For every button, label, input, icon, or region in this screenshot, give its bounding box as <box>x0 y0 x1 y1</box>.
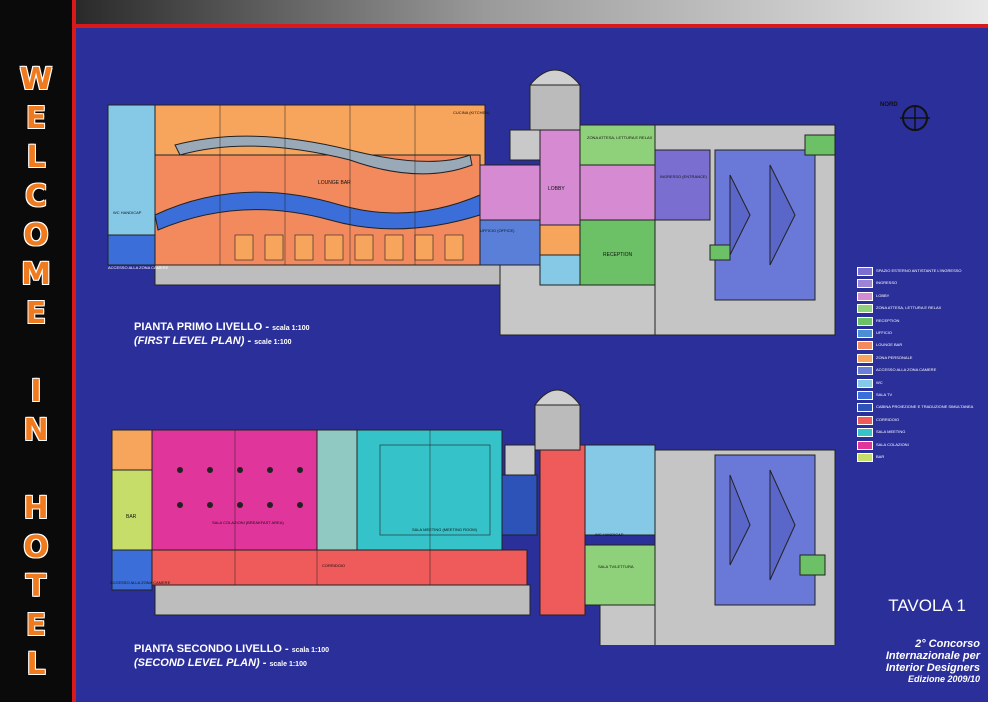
label-kitchen: CUCINA (KITCHEN) <box>453 110 490 115</box>
legend-swatch <box>857 353 873 363</box>
top-gradient-bar <box>76 0 988 24</box>
legend-label: SALA COLAZIONI <box>876 441 909 447</box>
legend-label: CORRIDOIO <box>876 416 900 422</box>
title-letter: L <box>26 647 46 682</box>
legend-label: CABINA PROIEZIONE E TRADUZIONE SIMULTANE… <box>876 404 974 410</box>
tavola-label: TAVOLA 1 <box>888 596 966 615</box>
legend-swatch <box>857 316 873 326</box>
label-waiting: ZONA ATTESA, LETTURA E RELAX <box>587 135 653 140</box>
legend-label: SALA MEETING <box>876 429 906 435</box>
legend-swatch <box>857 378 873 388</box>
legend-swatch <box>857 329 873 338</box>
legend: SPAZIO ESTERNO ANTISTANTE L'INGRESSO INGR… <box>857 267 982 467</box>
title-letter: T <box>25 569 47 604</box>
label-tv-room: SALA TV/LETTURA <box>598 564 634 569</box>
north-label: NORD <box>880 102 898 108</box>
legend-label: RECEPTION <box>876 317 900 323</box>
legend-label: ZONA PERSONALE <box>876 354 913 360</box>
label-meeting: SALA MEETING (MEETING ROOM) <box>412 527 477 532</box>
label-lobby: LOBBY <box>548 186 565 192</box>
second-level-plan <box>111 389 836 645</box>
label-lounge-bar: LOUNGE BAR <box>318 180 351 186</box>
contest-line-4: Edizione 2009/10 <box>907 674 980 684</box>
legend-label: SPAZIO ESTERNO ANTISTANTE L'INGRESSO <box>876 268 962 273</box>
title-letter: H <box>23 491 49 526</box>
label-bar: BAR <box>126 514 137 520</box>
legend-label: LOUNGE BAR <box>876 342 903 348</box>
legend-label: UFFICIO <box>876 330 892 335</box>
legend-swatch <box>857 304 873 314</box>
legend-swatch <box>857 279 873 289</box>
legend-swatch <box>857 440 873 450</box>
plan2-subtitle: (SECOND LEVEL PLAN) - scale 1:100 <box>134 657 307 669</box>
title-letter: E <box>25 296 47 331</box>
first-level-plan <box>107 69 836 336</box>
legend-swatch <box>857 391 873 400</box>
sidebar-accent-line <box>72 0 76 702</box>
title-letter: I <box>30 374 42 409</box>
legend-swatch <box>857 341 873 351</box>
legend-swatch <box>857 415 873 425</box>
contest-info: 2° Concorso Internazionale per Interior … <box>830 638 980 684</box>
contest-line-1: 2° Concorso <box>915 638 980 650</box>
legend-label: SALA TV <box>876 392 893 397</box>
contest-line-3: Interior Designers <box>885 662 980 674</box>
title-letter: E <box>25 608 47 643</box>
legend-label: BAR <box>876 454 885 459</box>
north-compass: NORD <box>870 100 940 141</box>
label-office: UFFICIO (OFFICE) <box>480 228 515 233</box>
plan1-subtitle: (FIRST LEVEL PLAN) - scale 1:100 <box>134 335 292 347</box>
legend-swatch <box>857 267 873 276</box>
title-letter: M <box>21 257 51 292</box>
legend-swatch <box>857 403 873 413</box>
plan1-title: PIANTA PRIMO LIVELLO - scala 1:100 <box>134 321 310 333</box>
label-rooms-access-2: ACCESSO ALLA ZONA CAMERE <box>110 580 171 585</box>
title-letter: L <box>26 140 46 175</box>
label-rooms-access: ACCESSO ALLA ZONA CAMERE <box>108 265 169 270</box>
legend-label: ZONA ATTESA, LETTURA E RELAX <box>876 305 942 311</box>
legend-label: INGRESSO <box>876 280 898 286</box>
title-letter: E <box>25 101 47 136</box>
label-reception: RECEPTION <box>603 252 633 258</box>
legend-swatch <box>857 366 873 376</box>
label-breakfast: SALA COLAZIONI (BREAKFAST AREA) <box>212 520 284 525</box>
title-letter: O <box>23 218 49 253</box>
legend-swatch <box>857 453 873 462</box>
title-letter: W <box>19 62 53 97</box>
title-letter: C <box>24 179 48 214</box>
legend-label: ACCESSO ALLA ZONA CAMERE <box>876 367 937 373</box>
legend-label: WC <box>876 379 883 385</box>
legend-swatch <box>857 291 873 301</box>
legend-swatch <box>857 428 873 438</box>
label-entrance: INGRESSO (ENTRANCE) <box>660 174 707 179</box>
contest-line-2: Internazionale per <box>885 650 980 662</box>
title-letter: O <box>23 530 49 565</box>
top-accent-line <box>76 24 988 28</box>
title-letter: N <box>23 413 49 448</box>
label-wc-handicap: WC HANDICAP <box>113 210 142 215</box>
legend-label: LOBBY <box>876 292 890 298</box>
label-corridor: CORRIDOIO <box>322 563 346 568</box>
plan2-title: PIANTA SECONDO LIVELLO - scala 1:100 <box>134 643 330 655</box>
label-wc-handicap-2: WC HANDICAP <box>595 532 624 537</box>
